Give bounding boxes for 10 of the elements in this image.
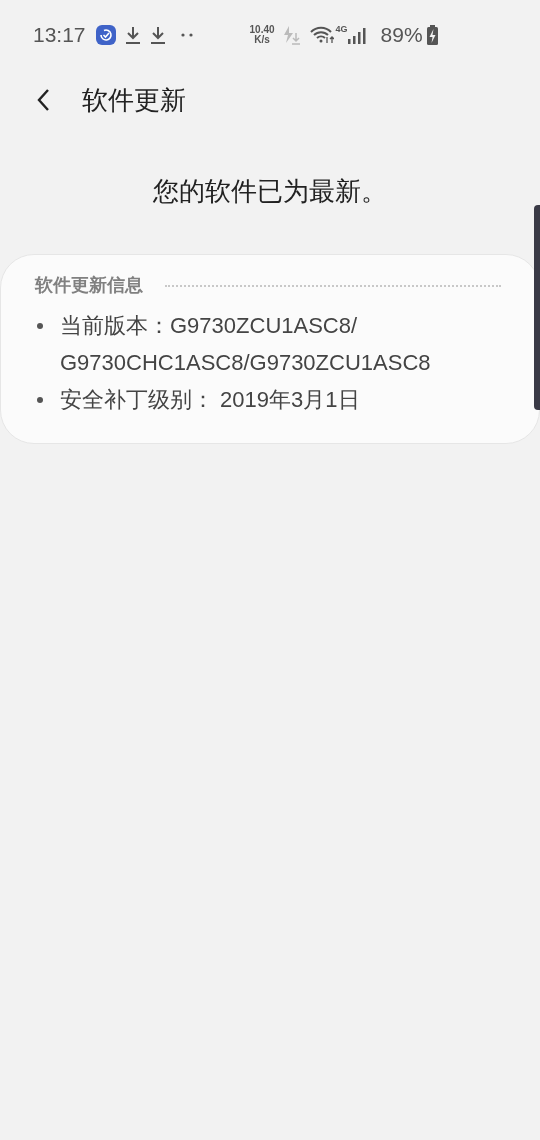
status-message: 您的软件已为最新。 (153, 175, 387, 208)
info-text: 安全补丁级别： 2019年3月1日 (60, 386, 361, 414)
section-title: 软件更新信息 (35, 274, 143, 297)
page-title: 软件更新 (82, 83, 186, 117)
battery-percent: 89% (380, 23, 423, 47)
network-type: 4G (335, 24, 348, 34)
network-speed: 10.40 (249, 25, 275, 35)
speed-unit: K/s (254, 35, 270, 45)
clock: 13:17 (33, 23, 86, 47)
info-text: 当前版本：G9730ZCU1ASC8/G9730CHC1ASC8/G9730ZCU1ASC8 (60, 312, 432, 377)
